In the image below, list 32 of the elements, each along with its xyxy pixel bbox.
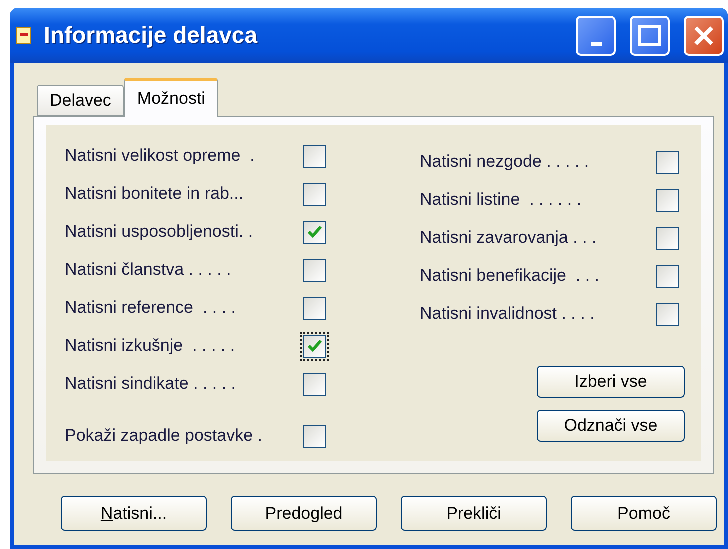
dialog-button[interactable]: Pomoč <box>571 496 717 531</box>
checkmark-icon <box>308 340 322 352</box>
deselect-all-button[interactable]: Odznači vse <box>537 410 685 442</box>
tab[interactable]: Delavec <box>37 85 124 116</box>
select-all-button[interactable]: Izberi vse <box>537 366 685 398</box>
checkmark-icon <box>308 226 322 238</box>
option-label: Natisni sindikate . . . . . <box>65 374 238 394</box>
minimize-button[interactable] <box>576 16 616 56</box>
option-label: Natisni bonitete in rab... <box>65 184 245 204</box>
close-button[interactable] <box>684 16 724 56</box>
option-label: Natisni velikost opreme . <box>65 146 256 166</box>
option-label: Pokaži zapadle postavke . <box>65 426 264 446</box>
option-label: Natisni izkušnje . . . . . <box>65 336 236 356</box>
maximize-icon <box>638 24 662 46</box>
option-label: Natisni zavarovanja . . . <box>420 228 598 248</box>
minimize-icon <box>590 42 602 46</box>
close-icon <box>693 24 715 46</box>
checkbox[interactable] <box>300 332 329 360</box>
option-label: Natisni reference . . . . <box>65 298 238 318</box>
option-label: Natisni benefikacije . . . <box>420 266 601 286</box>
maximize-button[interactable] <box>630 16 670 56</box>
window-title: Informacije delavca <box>44 22 259 49</box>
option-label: Natisni listine . . . . . . <box>420 190 583 210</box>
app-icon <box>16 26 32 44</box>
dialog-button[interactable]: Predogled <box>231 496 377 531</box>
tab[interactable]: Možnosti <box>124 78 218 117</box>
option-label: Natisni usposobljenosti. . <box>65 222 254 242</box>
option-label: Natisni nezgode . . . . . <box>420 152 590 172</box>
option-label: Natisni članstva . . . . . <box>65 260 232 280</box>
option-label: Natisni invalidnost . . . . <box>420 304 596 324</box>
dialog-button[interactable]: Natisni... <box>61 496 207 531</box>
dialog-button[interactable]: Prekliči <box>401 496 547 531</box>
